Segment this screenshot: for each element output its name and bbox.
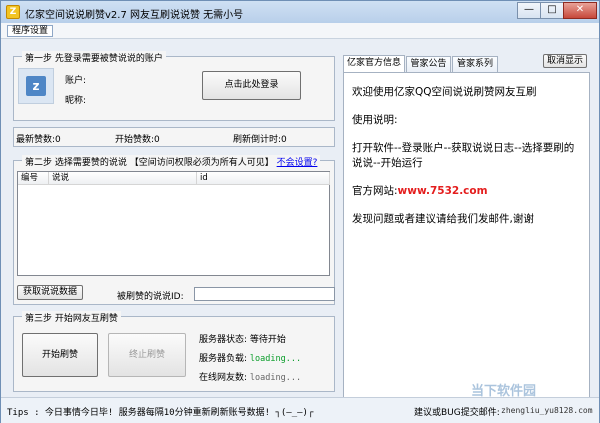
stats-bar: 最新赞数:0 开始赞数:0 刷新倒计时:0 [13, 127, 335, 147]
start-likes: 开始赞数:0 [115, 135, 160, 145]
minimize-button[interactable]: — [517, 2, 541, 19]
website-line: 官方网站:www.7532.com [352, 184, 581, 198]
avatar: z [18, 68, 54, 104]
tab-series[interactable]: 管家系列 [452, 56, 498, 73]
title-bar[interactable]: Z 亿家空间说说刷赞v2.7 网友互刷说说赞 无需小号 — □ ✕ [1, 1, 599, 23]
notes-table[interactable]: 编号 说说 id [17, 171, 330, 276]
app-window: Z 亿家空间说说刷赞v2.7 网友互刷说说赞 无需小号 — □ ✕ 程序设置 第… [0, 0, 600, 423]
user-icon: z [26, 76, 46, 96]
login-button[interactable]: 点击此处登录 [202, 71, 301, 100]
usage-title: 使用说明: [352, 114, 398, 127]
server-load: 服务器负载: loading... [199, 351, 301, 364]
column-id[interactable]: id [197, 172, 330, 185]
stop-like-button[interactable]: 终止刷赞 [108, 333, 186, 377]
feedback-email: zhengliu_yu8128.com [501, 406, 593, 415]
online-users: 在线网友数: loading... [199, 370, 301, 383]
target-id-input[interactable] [194, 287, 335, 301]
feedback-text: 发现问题或者建议请给我们发邮件,谢谢 [352, 213, 534, 226]
column-note[interactable]: 说说 [49, 172, 197, 185]
refresh-countdown: 刷新倒计时:0 [233, 135, 287, 145]
maximize-button[interactable]: □ [540, 2, 564, 19]
menu-bar: 程序设置 [1, 23, 599, 39]
feedback-label: 建议或BUG提交邮件: [414, 408, 500, 418]
nickname-label: 昵称: [65, 96, 87, 106]
server-load-label: 服务器负载: [199, 354, 248, 364]
watermark: 当下软件园 [471, 384, 537, 399]
online-users-label: 在线网友数: [199, 373, 248, 383]
step1-title: 第一步 先登录需要被赞说说的账户 [22, 51, 166, 64]
start-like-button[interactable]: 开始刷赞 [22, 333, 98, 377]
column-id-number[interactable]: 编号 [18, 172, 49, 185]
app-icon: Z [6, 5, 20, 19]
fetch-notes-button[interactable]: 获取说说数据 [17, 285, 83, 300]
step2-title-text: 第二步 选择需要赞的说说 【空间访问权限必须为所有人可见】 [25, 158, 274, 168]
target-id-label: 被刷赞的说说ID: [117, 292, 184, 302]
server-load-value: loading... [249, 354, 302, 364]
step2-title: 第二步 选择需要赞的说说 【空间访问权限必须为所有人可见】 不会设置? [22, 155, 321, 168]
tab-announcement[interactable]: 管家公告 [406, 56, 451, 73]
help-link[interactable]: 不会设置? [277, 158, 318, 168]
website-label: 官方网站: [352, 184, 398, 197]
usage-text: 打开软件--登录账户--获取说说日志--选择要刷的说说--开始运行 [352, 142, 575, 169]
latest-likes: 最新赞数:0 [16, 135, 61, 145]
server-status: 服务器状态: 等待开始 [199, 335, 286, 345]
website-link[interactable]: www.7532.com [398, 185, 488, 197]
step3-title: 第三步 开始网友互刷赞 [22, 311, 121, 324]
account-label: 账户: [65, 76, 87, 86]
close-button[interactable]: ✕ [563, 2, 597, 19]
online-users-value: loading... [249, 373, 302, 383]
hide-info-button[interactable]: 取消显示 [543, 54, 587, 68]
info-text: 欢迎使用亿家QQ空间说说刷赞网友互刷 使用说明: 打开软件--登录账户--获取说… [352, 85, 581, 226]
info-content[interactable]: 欢迎使用亿家QQ空间说说刷赞网友互刷 使用说明: 打开软件--登录账户--获取说… [343, 72, 590, 405]
window-title: 亿家空间说说刷赞v2.7 网友互刷说说赞 无需小号 [25, 10, 244, 21]
tips-text: Tips : 今日事情今日毕! 服务器每隔10分钟重新刷新账号数据! ┐(—_—… [7, 408, 314, 418]
menu-settings[interactable]: 程序设置 [7, 25, 54, 37]
welcome-text: 欢迎使用亿家QQ空间说说刷赞网友互刷 [352, 86, 537, 98]
